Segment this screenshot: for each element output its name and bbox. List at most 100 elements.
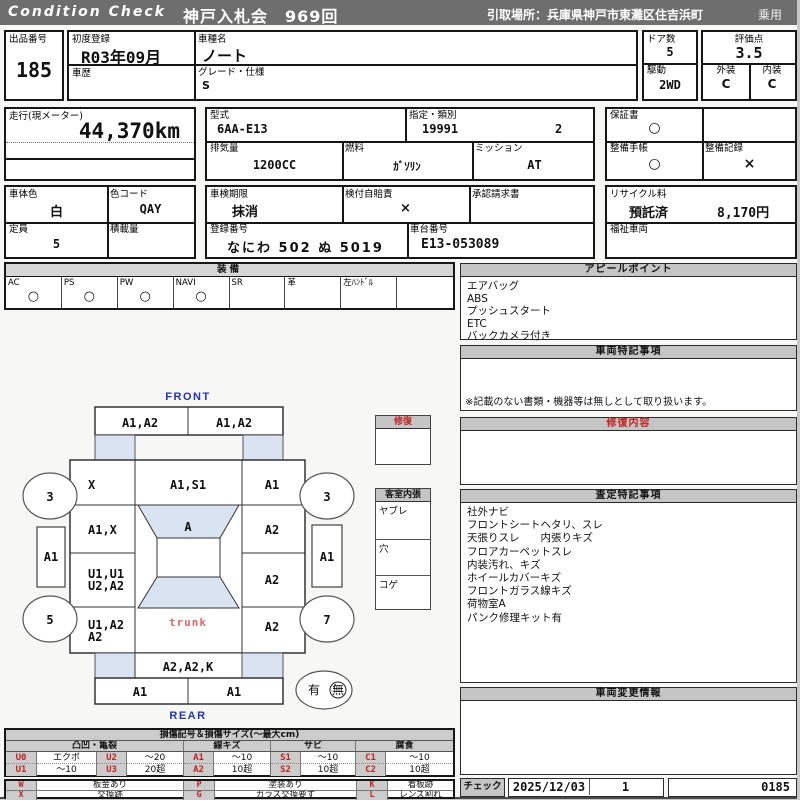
maintenance-record-label: 整備記録 <box>705 143 744 154</box>
check-label-cell: チェック <box>460 778 505 797</box>
equipment-label: PW <box>119 278 134 288</box>
inspection-label: 車検期限 <box>210 189 249 200</box>
left-mirror-code: A1 <box>44 550 58 564</box>
front-bumper-left-code: A1,A2 <box>122 416 158 430</box>
header-bar: Condition Check 神戸入札会 969回 引取場所：兵庫県神戸市東灘… <box>0 0 797 26</box>
approval-label: 承認請求書 <box>472 189 520 200</box>
hood-code: A1,S1 <box>170 478 206 492</box>
front-bumper-right-code: A1,A2 <box>216 416 252 430</box>
equipment-cell-pw: PW ○ <box>118 277 174 308</box>
pickup-location: 引取場所：兵庫県神戸市東灘区住吉浜町 <box>487 8 704 22</box>
legend-code: U0 <box>6 752 37 764</box>
mark-code: L <box>357 790 388 800</box>
mission-value: AT <box>527 158 542 172</box>
marks-row-2: X 交換跡 G ガラス交換要す L レンズ割れ <box>6 790 453 800</box>
spare-yes-label: 有 <box>308 683 320 697</box>
model-name-value: ノート <box>202 47 248 65</box>
mark-label: 塗装あり <box>215 781 357 791</box>
marks-row-1: W 板金あり P 塗装あり K 看板跡 <box>6 781 453 791</box>
rear-panel-code: A2,A2,K <box>163 660 214 674</box>
exterior-value: C <box>721 77 731 91</box>
change-info-title: 車両変更情報 <box>461 688 796 701</box>
windshield-code: A <box>184 520 192 534</box>
appeal-panel: アピールポイント エアバッグ ABS プッシュスタート ETC バックカメラ付き <box>460 263 797 342</box>
mark-label: ガラス交換要す <box>215 790 357 800</box>
mark-label: 板金あり <box>37 781 184 791</box>
legend-groups: 凸凹・亀裂 線キズ サビ 腐食 <box>6 741 453 752</box>
right-fender-code: A1 <box>265 478 279 492</box>
legend-size: 20超 <box>127 764 184 776</box>
vehicle-notes-title: 車両特記事項 <box>461 346 796 359</box>
equipment-cell-lhd: 左ﾊﾝﾄﾞﾙ <box>341 277 398 308</box>
rear-corner-left <box>94 652 136 679</box>
divider <box>469 187 471 222</box>
color-box: 車体色 白 色コード QAY 定員 5 積載量 <box>4 185 196 259</box>
body-color-label: 車体色 <box>9 189 38 200</box>
equipment-cell-navi: NAVI ○ <box>174 277 230 308</box>
displacement-value: 1200CC <box>252 158 297 172</box>
divider <box>194 32 196 99</box>
maintenance-record-value: × <box>743 156 756 172</box>
right-front-door-code: A2 <box>265 523 279 537</box>
interior-label: 内装 <box>762 65 782 76</box>
legend-code: C1 <box>356 752 386 764</box>
vehicle-notes-text: ※記載のない書類・機器等は無しとして取り扱います。 <box>465 397 713 408</box>
left-quarter-code-2: A2 <box>88 630 102 644</box>
rear-bumper-right-code: A1 <box>227 685 241 699</box>
left-front-door-code: A1,X <box>88 523 118 537</box>
front-label: FRONT <box>165 391 210 403</box>
marks-legend-table: W 板金あり P 塗装あり K 看板跡 X 交換跡 G ガラス交換要す L レン… <box>4 779 455 800</box>
plate-label: 登録番号 <box>210 224 249 235</box>
legend-group-corrosion: 腐食 <box>356 741 453 752</box>
mark-code: X <box>6 790 37 800</box>
maintenance-book-value: ○ <box>648 156 661 172</box>
insurance-label: 検付自賠責 <box>345 189 393 200</box>
model-info-box: 初度登録 R03年09月 車歴 車種名 ノート グレード・仕様 S <box>67 30 638 101</box>
score-value: 3.5 <box>735 44 763 62</box>
wheel-front-right-value: 3 <box>323 490 330 504</box>
lot-number-box: 出品番号 185 <box>4 30 64 101</box>
drive-label: 駆動 <box>647 65 667 76</box>
divider <box>107 187 109 257</box>
mark-code: W <box>6 781 37 791</box>
legend-title: 損傷記号＆損傷サイズ(〜最大cm) <box>6 730 453 741</box>
welfare-label: 福祉車両 <box>610 224 649 235</box>
rear-corner-right <box>241 652 284 679</box>
sheet-number: 0185 <box>761 780 790 794</box>
equipment-label: 革 <box>287 278 296 288</box>
color-code-value: QAY <box>139 202 162 216</box>
divider <box>6 158 194 160</box>
registration-box: 車検期限 抹消 検付自賠責 × 承認請求書 登録番号 なにわ 502 ぬ 501… <box>205 185 595 259</box>
repair-detail-title: 修復内容 <box>461 418 796 431</box>
divider <box>207 222 593 224</box>
appeal-lines: エアバッグ ABS プッシュスタート ETC バックカメラ付き <box>467 280 551 342</box>
equipment-grid: AC ○ PS ○ PW ○ NAVI ○ SR 革 左ﾊﾝﾄﾞﾙ <box>6 277 453 308</box>
legend-size: エクボ <box>37 752 97 764</box>
equipment-value: ○ <box>27 289 40 304</box>
maintenance-book-label: 整備手帳 <box>610 143 649 154</box>
load-label: 積載量 <box>110 224 139 235</box>
capacity-value: 5 <box>52 237 61 251</box>
equipment-cell-extra <box>397 277 453 308</box>
equipment-label: PS <box>63 278 75 288</box>
legend-size: 10超 <box>409 765 430 775</box>
check-date-box: 2025/12/03 1 <box>508 778 664 797</box>
lot-number-value: 185 <box>15 58 53 82</box>
divider <box>207 141 593 143</box>
doors-label: ドア数 <box>647 34 676 45</box>
mark-label: 看板跡 <box>388 781 453 791</box>
brand-logo: Condition Check <box>8 4 166 20</box>
equipment-cell-ac: AC ○ <box>6 277 62 308</box>
legend-code: S1 <box>271 752 301 764</box>
legend-code: A1 <box>184 752 214 764</box>
wheel-rear-right-value: 7 <box>323 613 330 627</box>
body-color-value: 白 <box>49 205 63 220</box>
doors-value: 5 <box>666 45 674 59</box>
equipment-cell-leather: 革 <box>285 277 342 308</box>
mission-label: ミッション <box>475 143 523 154</box>
left-fender-code: X <box>88 478 96 492</box>
fuel-value: ｶﾞｿﾘﾝ <box>393 160 421 173</box>
legend-size: 〜10 <box>386 752 453 764</box>
history-label: 車歴 <box>72 68 92 79</box>
fuel-label: 燃料 <box>345 143 365 154</box>
